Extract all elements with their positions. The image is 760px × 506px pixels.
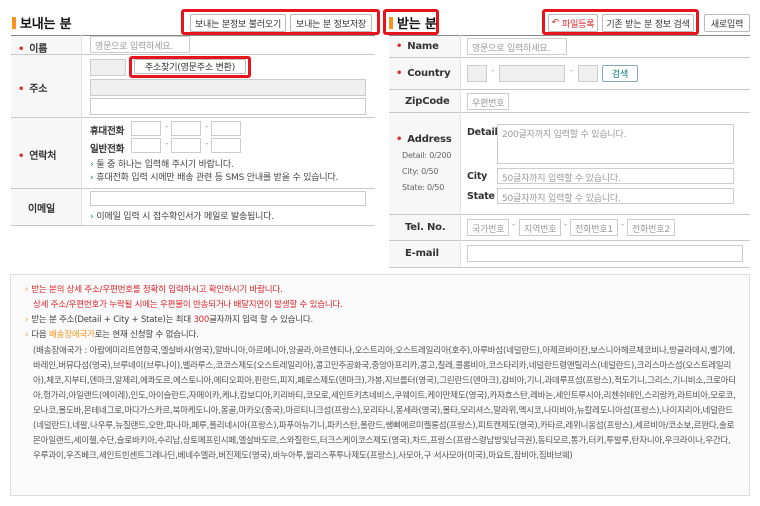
sender-name-input[interactable]: 영문으로 입력하세요. bbox=[90, 36, 190, 53]
section-marker bbox=[389, 16, 393, 29]
contact-note-2: › 휴대전화 입력 시에만 배송 관련 등 SMS 안내를 받을 수 있습니다. bbox=[90, 173, 339, 183]
arrow-right-icon: › bbox=[25, 315, 29, 325]
sender-zip-input[interactable] bbox=[90, 59, 126, 76]
mobile-part3-input[interactable] bbox=[211, 121, 241, 136]
separator: - bbox=[205, 139, 209, 149]
tel-phone2-input[interactable]: 전화번호2 bbox=[627, 219, 675, 236]
section-marker bbox=[12, 16, 16, 29]
name-label: • Name bbox=[396, 41, 439, 52]
divider bbox=[11, 35, 375, 36]
info-line-2: 상세 주소/우편번호가 누락될 시에는 우편물이 반송되거나 배달지연이 발생할… bbox=[33, 300, 343, 310]
arrow-right-icon: › bbox=[25, 330, 29, 340]
restricted-countries-list: (배송장애국가 : 아랍에미리트연합국,엘살바샤(영국),알바니아,아르메니아,… bbox=[33, 346, 736, 461]
tel-area-code-input[interactable]: 지역번호 bbox=[519, 219, 561, 236]
country-code-input[interactable] bbox=[467, 65, 487, 82]
separator: - bbox=[165, 122, 169, 132]
divider bbox=[11, 225, 375, 226]
country-sub-input[interactable] bbox=[578, 65, 598, 82]
contact-note-1: › 둘 중 하나는 입력해 주시기 바랍니다. bbox=[90, 160, 234, 170]
divider bbox=[389, 57, 750, 58]
zipcode-input[interactable]: 우편번호 bbox=[467, 93, 509, 110]
arrow-right-icon: › bbox=[25, 285, 29, 295]
divider bbox=[460, 35, 461, 267]
new-entry-button[interactable]: 새로입력 bbox=[704, 14, 750, 32]
email-label: 이메일 bbox=[28, 204, 55, 215]
detail-textarea[interactable]: 200글자까지 입력할 수 있습니다. bbox=[497, 124, 734, 164]
contact-label: • 연락처 bbox=[18, 151, 57, 162]
zipcode-label: ZipCode bbox=[405, 96, 450, 107]
reply-arrow-icon: ↶ bbox=[551, 18, 560, 28]
country-label: • Country bbox=[396, 68, 451, 79]
address-label: • 주소 bbox=[18, 84, 48, 95]
city-label: City bbox=[467, 171, 488, 182]
divider bbox=[11, 117, 375, 118]
search-recipient-button[interactable]: 기존 받는 분 정보 검색 bbox=[602, 14, 694, 32]
name-label: • 이름 bbox=[18, 44, 48, 55]
email-label: E-mail bbox=[405, 248, 439, 259]
separator: - bbox=[621, 220, 625, 230]
sender-section-title: 보내는 분 bbox=[12, 13, 72, 32]
info-line-1: › 받는 분의 상세 주소/우편번호를 정확히 입력하시고 확인하시기 바랍니다. bbox=[25, 285, 283, 295]
arrow-right-icon: › bbox=[90, 160, 94, 170]
tel-phone1-input[interactable]: 전화번호1 bbox=[570, 219, 618, 236]
arrow-right-icon: › bbox=[90, 212, 94, 222]
separator: - bbox=[570, 66, 574, 76]
tel-label: Tel. No. bbox=[405, 222, 446, 233]
address-label: • Address bbox=[396, 134, 452, 145]
mobile-part2-input[interactable] bbox=[171, 121, 201, 136]
label-column-bg bbox=[11, 35, 81, 225]
phone-label: 일반전화 bbox=[90, 144, 125, 155]
load-sender-button[interactable]: 보내는 분정보 불러오기 bbox=[190, 14, 286, 32]
save-sender-button[interactable]: 보내는 분 정보저장 bbox=[290, 14, 372, 32]
separator: - bbox=[491, 66, 495, 76]
separator: - bbox=[205, 122, 209, 132]
country-search-button[interactable]: 검색 bbox=[602, 65, 638, 82]
state-input[interactable]: 50글자까지 입력할 수 있습니다. bbox=[497, 188, 734, 204]
mobile-label: 휴대전화 bbox=[90, 126, 125, 137]
state-count: State: 0/50 bbox=[402, 183, 445, 192]
phone-part1-input[interactable] bbox=[131, 138, 161, 153]
recipient-name-input[interactable]: 영문으로 입력하세요. bbox=[467, 38, 567, 55]
divider bbox=[389, 240, 750, 241]
separator: - bbox=[512, 220, 516, 230]
address-search-button[interactable]: 주소찾기(영문주소 변환) bbox=[134, 59, 246, 74]
info-notice-box: › 받는 분의 상세 주소/우편번호를 정확히 입력하시고 확인하시기 바랍니다.… bbox=[10, 274, 750, 496]
tel-country-code-input[interactable]: 국가번호 bbox=[467, 219, 509, 236]
divider bbox=[389, 214, 750, 215]
sender-email-input[interactable] bbox=[90, 191, 366, 206]
recipient-email-input[interactable] bbox=[467, 245, 743, 262]
divider bbox=[389, 89, 750, 90]
city-count: City: 0/50 bbox=[402, 167, 439, 176]
detail-count: Detail: 0/200 bbox=[402, 151, 452, 160]
arrow-right-icon: › bbox=[90, 173, 94, 183]
sender-address2-input[interactable] bbox=[90, 98, 366, 115]
divider bbox=[81, 35, 82, 225]
divider bbox=[11, 54, 375, 55]
separator: - bbox=[564, 220, 568, 230]
file-upload-button[interactable]: ↶ 파일등록 bbox=[548, 14, 598, 32]
info-line-3: › 받는 분 주소(Detail + City + State)는 최대 300글… bbox=[25, 315, 314, 325]
phone-part3-input[interactable] bbox=[211, 138, 241, 153]
email-note: › 이메일 입력 시 접수확인서가 메일로 발송됩니다. bbox=[90, 212, 274, 222]
divider bbox=[389, 267, 750, 268]
sender-address1-input[interactable] bbox=[90, 79, 366, 96]
city-input[interactable]: 50글자까지 입력할 수 있습니다. bbox=[497, 168, 734, 184]
divider bbox=[11, 188, 375, 189]
divider bbox=[389, 35, 750, 36]
country-name-input[interactable] bbox=[499, 65, 565, 82]
mobile-part1-input[interactable] bbox=[131, 121, 161, 136]
phone-part2-input[interactable] bbox=[171, 138, 201, 153]
divider bbox=[389, 112, 750, 113]
separator: - bbox=[165, 139, 169, 149]
recipient-section-title: 받는 분 bbox=[389, 13, 437, 32]
info-line-4: › 다음 배송장애국가로는 현재 신청할 수 없습니다. bbox=[25, 330, 199, 340]
